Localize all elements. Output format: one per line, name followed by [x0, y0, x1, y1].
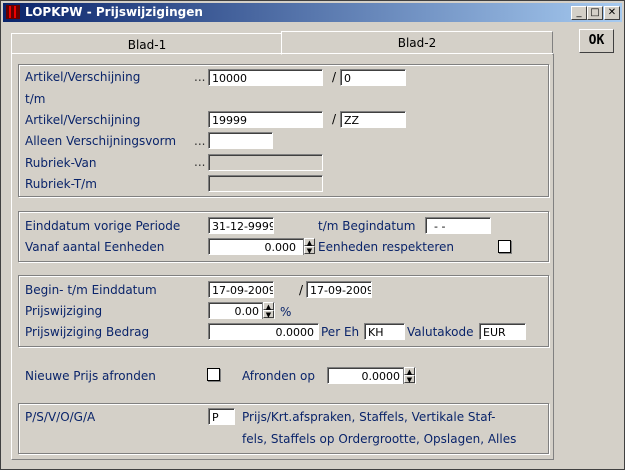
prijswijziging-bedrag-label: Prijswijziging Bedrag [25, 325, 150, 339]
tm-label: t/m [25, 92, 46, 106]
tab-blad-2[interactable]: Blad-2 [281, 31, 553, 55]
begindatum-input[interactable]: - - [425, 217, 491, 234]
percent-label: % [280, 305, 292, 319]
eenheden-checkbox[interactable] [498, 240, 511, 253]
afronden-label: Nieuwe Prijs afronden [25, 369, 156, 383]
lookup-dots[interactable]: ... [194, 70, 205, 84]
spin-down-icon[interactable]: ▼ [263, 310, 274, 319]
alleen-verschijningsvorm-input[interactable] [208, 132, 273, 149]
afronden-op-spinner[interactable]: ▲ ▼ [403, 367, 415, 384]
artikel-tm-input[interactable]: 19999 [208, 111, 323, 128]
spin-up-icon[interactable]: ▲ [263, 302, 274, 311]
afronden-op-label: Afronden op [242, 369, 316, 383]
afronden-checkbox[interactable] [207, 368, 220, 381]
rubriek-van-label: Rubriek-Van [25, 156, 97, 170]
artikel-tm-label: Artikel/Verschijning [25, 113, 141, 127]
psvoga-label: P/S/V/O/G/A [25, 410, 96, 424]
vanaf-label: Vanaf aantal Eenheden [25, 240, 165, 254]
verschijning-tm-input[interactable]: ZZ [340, 111, 406, 128]
per-eh-input[interactable]: KH [364, 323, 405, 340]
maximize-button[interactable]: □ [587, 6, 603, 20]
rubriek-van-input [208, 154, 323, 171]
window-title: LOPKPW - Prijswijzigingen [25, 5, 203, 19]
rubriek-tm-label: Rubriek-T/m [25, 177, 97, 191]
close-button[interactable]: ✕ [604, 6, 620, 20]
prijswijziging-spinner[interactable]: ▲ ▼ [262, 302, 274, 319]
artikel-van-input[interactable]: 10000 [208, 69, 323, 86]
prijswijziging-bedrag-input[interactable]: 0.0000 [208, 323, 319, 340]
minimize-button[interactable]: _ [571, 6, 587, 20]
separator-slash: / [332, 112, 337, 126]
valutakode-label: Valutakode [407, 325, 474, 339]
spin-down-icon[interactable]: ▼ [304, 246, 315, 255]
separator-slash: / [332, 70, 337, 84]
valutakode-input[interactable]: EUR [479, 323, 526, 340]
einddatum-range-input[interactable]: 17-09-2009 [306, 281, 372, 298]
main-window: LOPKPW - Prijswijzigingen _ □ ✕ Blad-1 B… [0, 0, 625, 470]
artikel-van-label: Artikel/Verschijning [25, 70, 141, 84]
rubriek-tm-input [208, 175, 323, 192]
ok-button[interactable]: OK [579, 29, 614, 53]
einddatum-input[interactable]: 31-12-9999 [208, 217, 274, 234]
lookup-dots[interactable]: ... [194, 134, 205, 148]
per-eh-label: Per Eh [321, 325, 360, 339]
separator-slash: / [299, 283, 304, 297]
psvoga-description-line1: Prijs/Krt.afspraken, Staffels, Vertikale… [242, 410, 496, 424]
tab-blad-1[interactable]: Blad-1 [11, 33, 283, 55]
spin-up-icon[interactable]: ▲ [304, 238, 315, 247]
vanaf-input[interactable]: 0.000 [208, 238, 312, 255]
psvoga-input[interactable]: P [208, 408, 235, 425]
prijswijziging-label: Prijswijziging [25, 304, 103, 318]
begindatum-range-input[interactable]: 17-09-2009 [208, 281, 274, 298]
alleen-verschijningsvorm-label: Alleen Verschijningsvorm [25, 134, 177, 148]
spin-up-icon[interactable]: ▲ [404, 367, 415, 376]
einddatum-label: Einddatum vorige Periode [25, 219, 181, 233]
title-bar[interactable]: LOPKPW - Prijswijzigingen _ □ ✕ [3, 3, 622, 22]
lookup-dots[interactable]: ... [194, 155, 205, 169]
spin-down-icon[interactable]: ▼ [404, 375, 415, 384]
psvoga-description-line2: fels, Staffels op Ordergrootte, Opslagen… [242, 432, 517, 446]
eenheden-label: Eenheden respekteren [318, 240, 454, 254]
vanaf-spinner[interactable]: ▲ ▼ [303, 238, 315, 255]
begindatum-label: t/m Begindatum [318, 219, 416, 233]
verschijning-van-input[interactable]: 0 [340, 69, 406, 86]
app-icon [6, 5, 20, 19]
begin-eind-label: Begin- t/m Einddatum [25, 283, 157, 297]
